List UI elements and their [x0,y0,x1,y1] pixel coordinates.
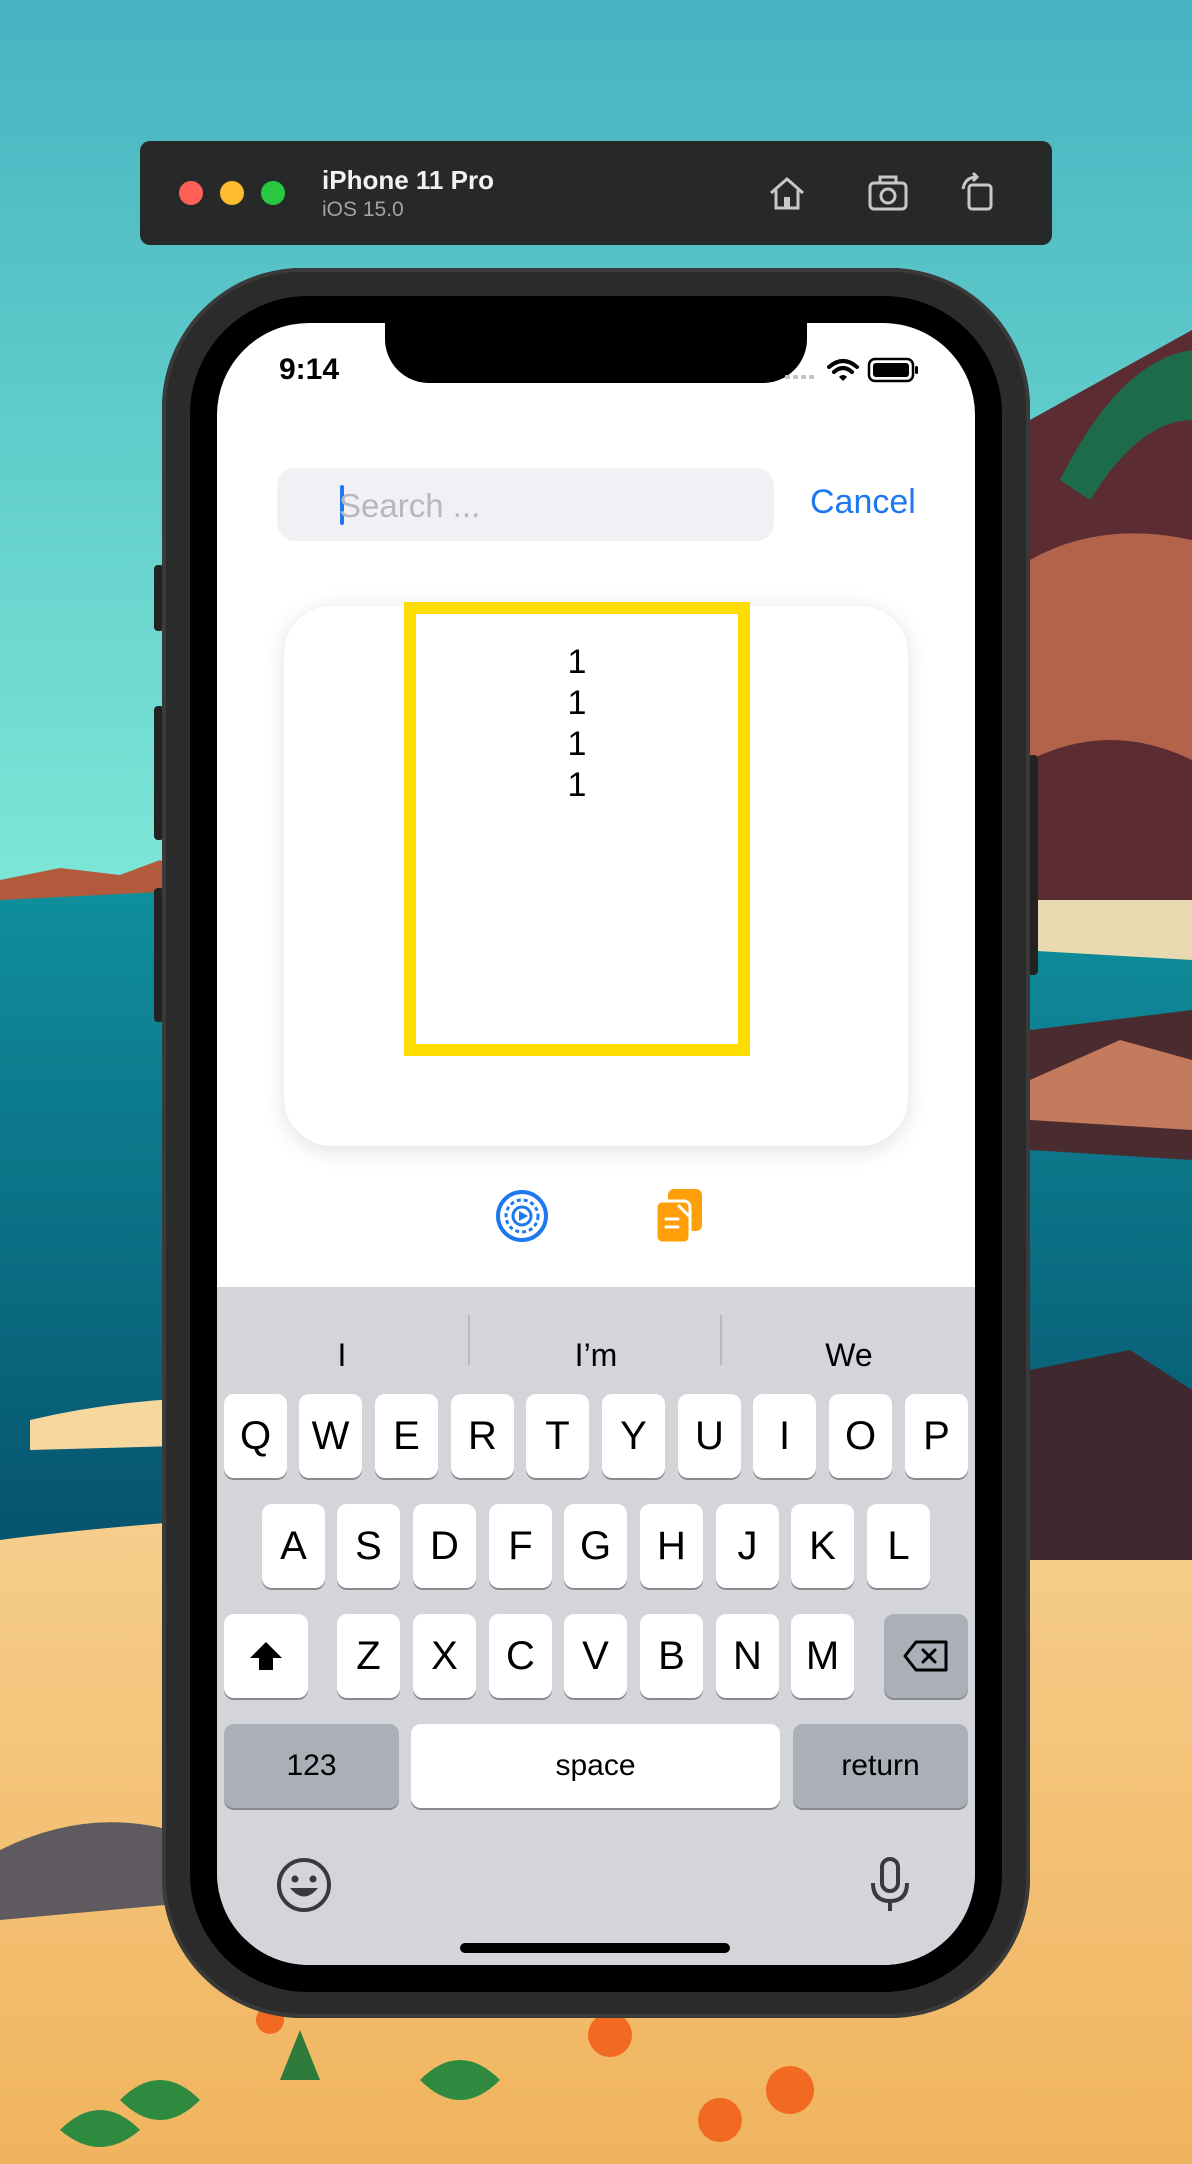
list-item: 1 [567,643,587,681]
suggestion-3[interactable]: We [739,1337,959,1374]
key-r[interactable]: R [451,1394,514,1478]
home-indicator [460,1943,730,1953]
return-key[interactable]: return [793,1724,968,1808]
key-l[interactable]: L [867,1504,930,1588]
home-icon [770,177,804,210]
key-z[interactable]: Z [337,1614,400,1698]
zoom-window-button[interactable] [261,181,285,205]
key-e[interactable]: E [375,1394,438,1478]
key-i[interactable]: I [753,1394,816,1478]
shift-key[interactable] [224,1614,308,1698]
dictation-button[interactable] [860,1855,920,1915]
key-n[interactable]: N [716,1614,779,1698]
suggestion-2[interactable]: I’m [486,1337,706,1374]
backspace-icon [903,1640,948,1672]
cellular-signal-icon [785,375,814,379]
screenshot-icon [868,175,908,211]
space-key[interactable]: space [411,1724,780,1808]
status-time: 9:14 [279,353,340,386]
suggestion-1[interactable]: I [232,1337,452,1374]
home-button[interactable] [763,169,811,217]
suggestion-divider [468,1315,470,1365]
key-j[interactable]: J [716,1504,779,1588]
microphone-icon [871,1857,909,1911]
highlighted-text-frame: 1 1 1 1 [404,602,750,1056]
number-list: 1 1 1 1 [416,642,738,806]
key-c[interactable]: C [489,1614,552,1698]
key-f[interactable]: F [489,1504,552,1588]
delete-key[interactable] [884,1614,968,1698]
key-k[interactable]: K [791,1504,854,1588]
search-field[interactable] [277,468,774,543]
emoji-icon [277,1858,331,1912]
key-s[interactable]: S [337,1504,400,1588]
device-name: iPhone 11 Pro [322,165,494,195]
key-g[interactable]: G [564,1504,627,1588]
key-d[interactable]: D [413,1504,476,1588]
battery-icon [867,357,918,383]
key-w[interactable]: W [299,1394,362,1478]
key-x[interactable]: X [413,1614,476,1698]
list-item: 1 [567,725,587,763]
close-window-button[interactable] [179,181,203,205]
key-a[interactable]: A [262,1504,325,1588]
os-version: iOS 15.0 [322,198,404,221]
key-p[interactable]: P [905,1394,968,1478]
emoji-button[interactable] [274,1855,334,1915]
wifi-icon [827,359,859,381]
key-h[interactable]: H [640,1504,703,1588]
copy-button[interactable] [650,1187,708,1245]
keyboard: I I’m We Q W E R T Y U I O P A S D F G H… [217,1287,975,1965]
key-y[interactable]: Y [602,1394,665,1478]
cancel-button[interactable]: Cancel [810,483,916,522]
copy-icon [654,1189,702,1245]
key-t[interactable]: T [526,1394,589,1478]
key-b[interactable]: B [640,1614,703,1698]
list-item: 1 [567,684,587,722]
notch [385,323,807,383]
key-m[interactable]: M [791,1614,854,1698]
screenshot-button[interactable] [864,169,912,217]
rotate-icon [961,171,993,211]
search-input[interactable] [337,468,761,543]
key-v[interactable]: V [564,1614,627,1698]
minimize-window-button[interactable] [220,181,244,205]
key-o[interactable]: O [829,1394,892,1478]
phone-screen: 9:14 Cancel 1 1 1 1 [217,323,975,1965]
numbers-key[interactable]: 123 [224,1724,399,1808]
suggestion-divider [720,1315,722,1365]
shift-icon [250,1642,282,1670]
list-item: 1 [567,766,587,804]
status-icons [785,357,918,383]
key-q[interactable]: Q [224,1394,287,1478]
settings-icon [496,1190,548,1242]
settings-button[interactable] [493,1187,551,1245]
rotate-button[interactable] [955,169,1003,217]
simulator-toolbar: iPhone 11 Pro iOS 15.0 [140,141,1052,245]
key-u[interactable]: U [678,1394,741,1478]
